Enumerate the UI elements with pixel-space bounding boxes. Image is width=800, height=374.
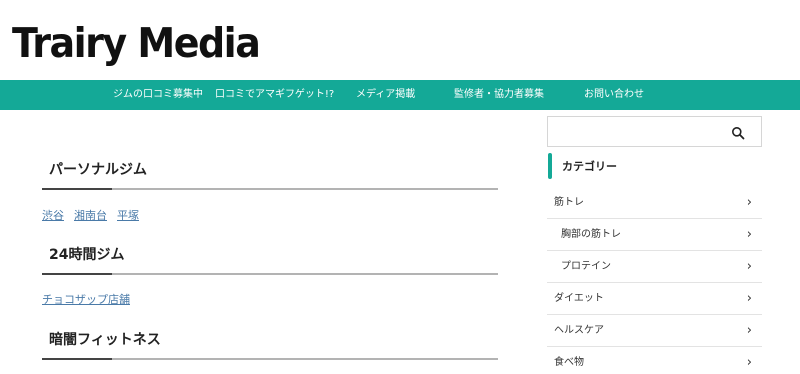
section-heading-personal-gym: パーソナルジム (42, 160, 498, 190)
chevron-right-icon: › (746, 227, 752, 242)
tag-list-personal-gym: 渋谷 湘南台 平塚 (42, 207, 149, 223)
category-label: 食べ物 (554, 357, 584, 368)
heading-underline-accent (42, 188, 112, 190)
section-title: パーソナルジム (49, 162, 147, 178)
category-item-food[interactable]: 食べ物 › (547, 347, 762, 374)
chevron-right-icon: › (746, 355, 752, 370)
category-label: 筋トレ (554, 197, 584, 208)
category-item-healthcare[interactable]: ヘルスケア › (547, 315, 762, 347)
search-icon[interactable] (731, 125, 745, 140)
global-nav: ジムの口コミ募集中 口コミでアマギフゲット!? メディア掲載 監修者・協力者募集… (0, 80, 800, 110)
chevron-right-icon: › (746, 195, 752, 210)
category-item-diet[interactable]: ダイエット › (547, 283, 762, 315)
nav-item-contact[interactable]: お問い合わせ (584, 80, 644, 110)
site-logo[interactable]: Trairy Media (12, 18, 261, 68)
category-label: プロテイン (561, 261, 611, 272)
tag-link-shibuya[interactable]: 渋谷 (42, 209, 64, 222)
tag-link-shonandai[interactable]: 湘南台 (74, 209, 107, 222)
category-label: ヘルスケア (554, 325, 604, 336)
tag-list-24h-gym: チョコザップ店舗 (42, 291, 140, 307)
nav-item-supervisor-recruit[interactable]: 監修者・協力者募集 (454, 80, 544, 110)
heading-underline-accent (42, 358, 112, 360)
nav-item-amazon-gift[interactable]: 口コミでアマギフゲット!? (215, 80, 334, 110)
category-label: ダイエット (554, 293, 604, 304)
search-input[interactable] (547, 116, 762, 147)
chevron-right-icon: › (746, 291, 752, 306)
section-heading-24h-gym: 24時間ジム (42, 245, 498, 275)
category-label: 胸部の筋トレ (561, 229, 621, 240)
heading-accent-bar (548, 153, 552, 179)
category-list: 筋トレ › 胸部の筋トレ › プロテイン › ダイエット › ヘルスケア › 食べ物 › (547, 187, 762, 374)
section-title: 暗闇フィットネス (49, 332, 161, 348)
section-heading-dark-fitness: 暗闇フィットネス (42, 330, 498, 360)
heading-underline-accent (42, 273, 112, 275)
category-heading-label: カテゴリー (562, 160, 617, 173)
category-item-protein[interactable]: プロテイン › (547, 251, 762, 283)
chevron-right-icon: › (746, 259, 752, 274)
nav-item-gym-reviews[interactable]: ジムの口コミ募集中 (113, 80, 203, 110)
category-item-strength[interactable]: 筋トレ › (547, 187, 762, 219)
chevron-right-icon: › (746, 323, 752, 338)
category-item-chest[interactable]: 胸部の筋トレ › (547, 219, 762, 251)
category-heading: カテゴリー (547, 153, 762, 179)
nav-item-media[interactable]: メディア掲載 (356, 80, 415, 110)
tag-link-hiratsuka[interactable]: 平塚 (117, 209, 139, 222)
section-title: 24時間ジム (49, 247, 125, 263)
tag-link-chocozap[interactable]: チョコザップ店舗 (42, 293, 130, 306)
